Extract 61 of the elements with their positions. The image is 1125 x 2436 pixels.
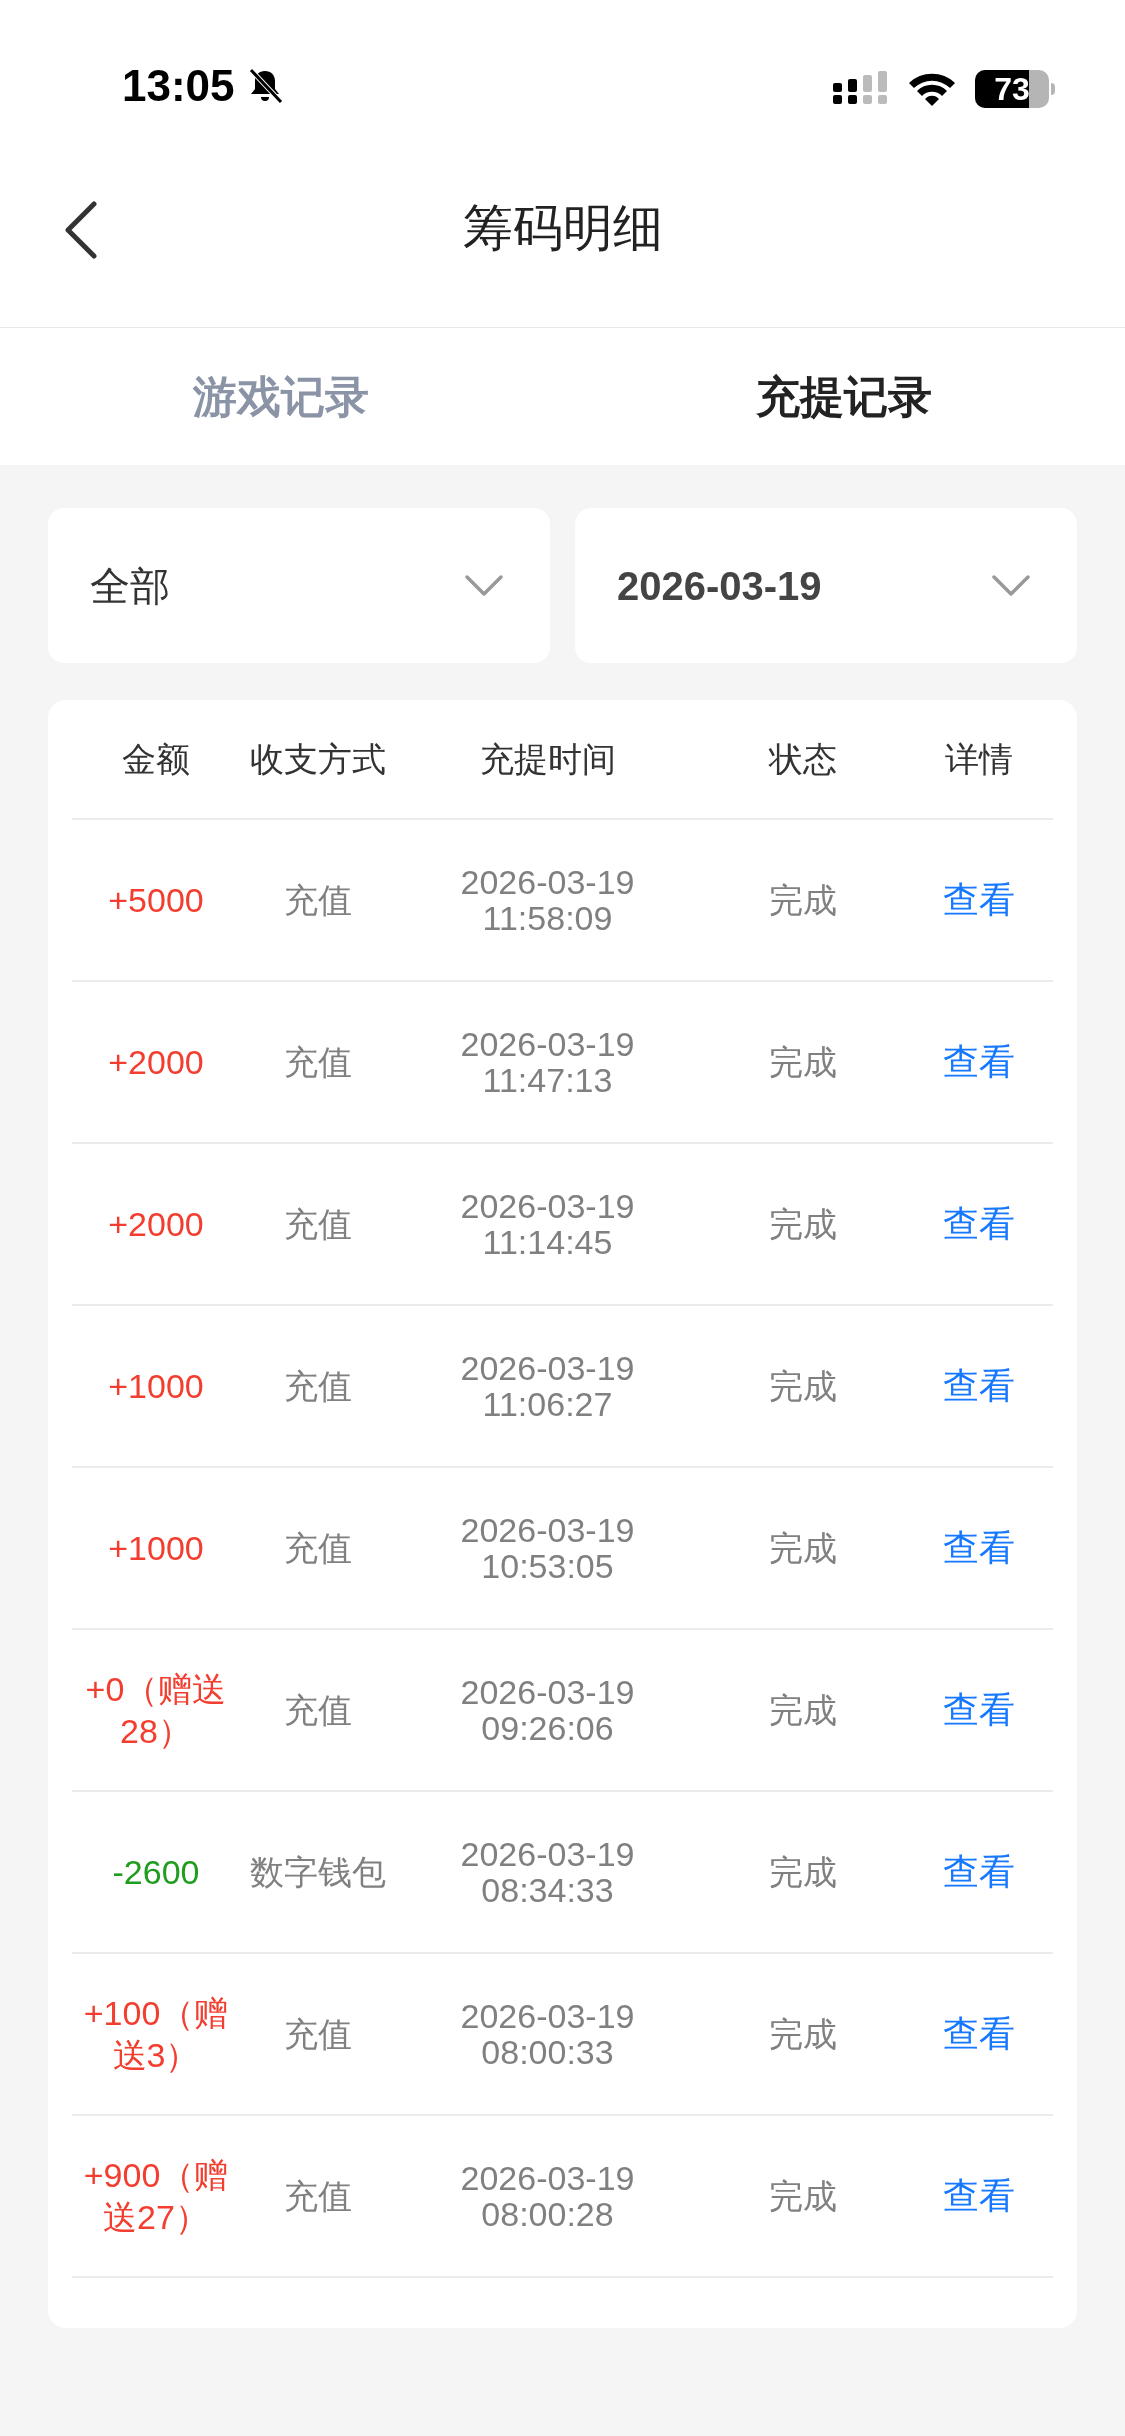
table-cell-text: 完成 xyxy=(767,1203,838,1245)
table-cell-text: 完成 xyxy=(767,2175,838,2217)
column-header: 充提时间 xyxy=(478,738,617,780)
table-cell-text: 充值 xyxy=(282,1203,353,1245)
column-header: 收支方式 xyxy=(248,738,387,780)
table-cell-text: 完成 xyxy=(767,1851,838,1893)
table-cell-text: 完成 xyxy=(767,2013,838,2055)
view-link[interactable]: 查看 xyxy=(942,1035,1015,1089)
table-cell-text: 2026-03-19 08:00:28 xyxy=(459,2160,636,2232)
view-link[interactable]: 查看 xyxy=(942,1197,1015,1251)
amount-cell-text: +0（赠送28） xyxy=(84,1669,228,1752)
view-link[interactable]: 查看 xyxy=(942,2007,1015,2061)
view-link[interactable]: 查看 xyxy=(942,1683,1015,1737)
table-cell-text: 数字钱包 xyxy=(248,1851,387,1893)
table-cell-text: 完成 xyxy=(767,1041,838,1083)
table-cell-text: 充值 xyxy=(282,1527,353,1569)
column-header: 状态 xyxy=(767,738,838,780)
table-cell-text: 2026-03-19 08:00:33 xyxy=(459,1998,636,2070)
page-title: 筹码明细 xyxy=(462,199,663,258)
chevron-down-icon xyxy=(991,573,1031,598)
amount-cell-text: +1000 xyxy=(107,1528,205,1569)
view-link[interactable]: 查看 xyxy=(942,873,1015,927)
view-link[interactable]: 查看 xyxy=(942,1359,1015,1413)
wifi-icon xyxy=(907,71,957,107)
tab[interactable]: 充提记录 xyxy=(562,328,1125,465)
amount-cell-text: +900（赠送27） xyxy=(82,2155,230,2238)
amount-cell-text: +2000 xyxy=(107,1042,205,1083)
battery-level: 73 xyxy=(994,73,1030,105)
tab[interactable]: 游戏记录 xyxy=(0,328,563,465)
table-cell-text: 完成 xyxy=(767,1365,838,1407)
view-link[interactable]: 查看 xyxy=(942,2169,1015,2223)
amount-cell-text: +5000 xyxy=(107,880,205,921)
signal-icon xyxy=(833,71,889,107)
table-cell-text: 2026-03-19 11:47:13 xyxy=(459,1026,636,1098)
filter-dropdown[interactable]: 2026-03-19 xyxy=(575,508,1077,663)
table-cell-text: 充值 xyxy=(282,879,353,921)
column-header: 详情 xyxy=(943,738,1014,780)
amount-cell-text: +100（赠送3） xyxy=(82,1993,230,2076)
table-cell-text: 完成 xyxy=(767,879,838,921)
table-cell-text: 充值 xyxy=(282,2175,353,2217)
filter-dropdown[interactable]: 全部 xyxy=(48,508,550,663)
view-link[interactable]: 查看 xyxy=(942,1845,1015,1899)
table-cell-text: 完成 xyxy=(767,1689,838,1731)
view-link[interactable]: 查看 xyxy=(942,1521,1015,1575)
table-cell-text: 充值 xyxy=(282,1365,353,1407)
amount-cell-text: -2600 xyxy=(111,1852,201,1893)
amount-cell-text: +2000 xyxy=(107,1204,205,1245)
table-cell-text: 充值 xyxy=(282,2013,353,2055)
status-time: 13:05 xyxy=(122,64,235,108)
table-cell-text: 2026-03-19 10:53:05 xyxy=(459,1512,636,1584)
table-cell-text: 2026-03-19 11:06:27 xyxy=(459,1350,636,1422)
table-cell-text: 充值 xyxy=(282,1041,353,1083)
table-cell-text: 2026-03-19 11:58:09 xyxy=(459,864,636,936)
table-cell-text: 2026-03-19 09:26:06 xyxy=(459,1674,636,1746)
column-header: 金额 xyxy=(121,738,191,780)
table-cell-text: 2026-03-19 08:34:33 xyxy=(459,1836,636,1908)
table-cell-text: 充值 xyxy=(282,1689,353,1731)
table-cell-text: 完成 xyxy=(767,1527,838,1569)
chevron-down-icon xyxy=(464,573,504,598)
table-cell-text: 2026-03-19 11:14:45 xyxy=(459,1188,636,1260)
amount-cell-text: +1000 xyxy=(107,1366,205,1407)
